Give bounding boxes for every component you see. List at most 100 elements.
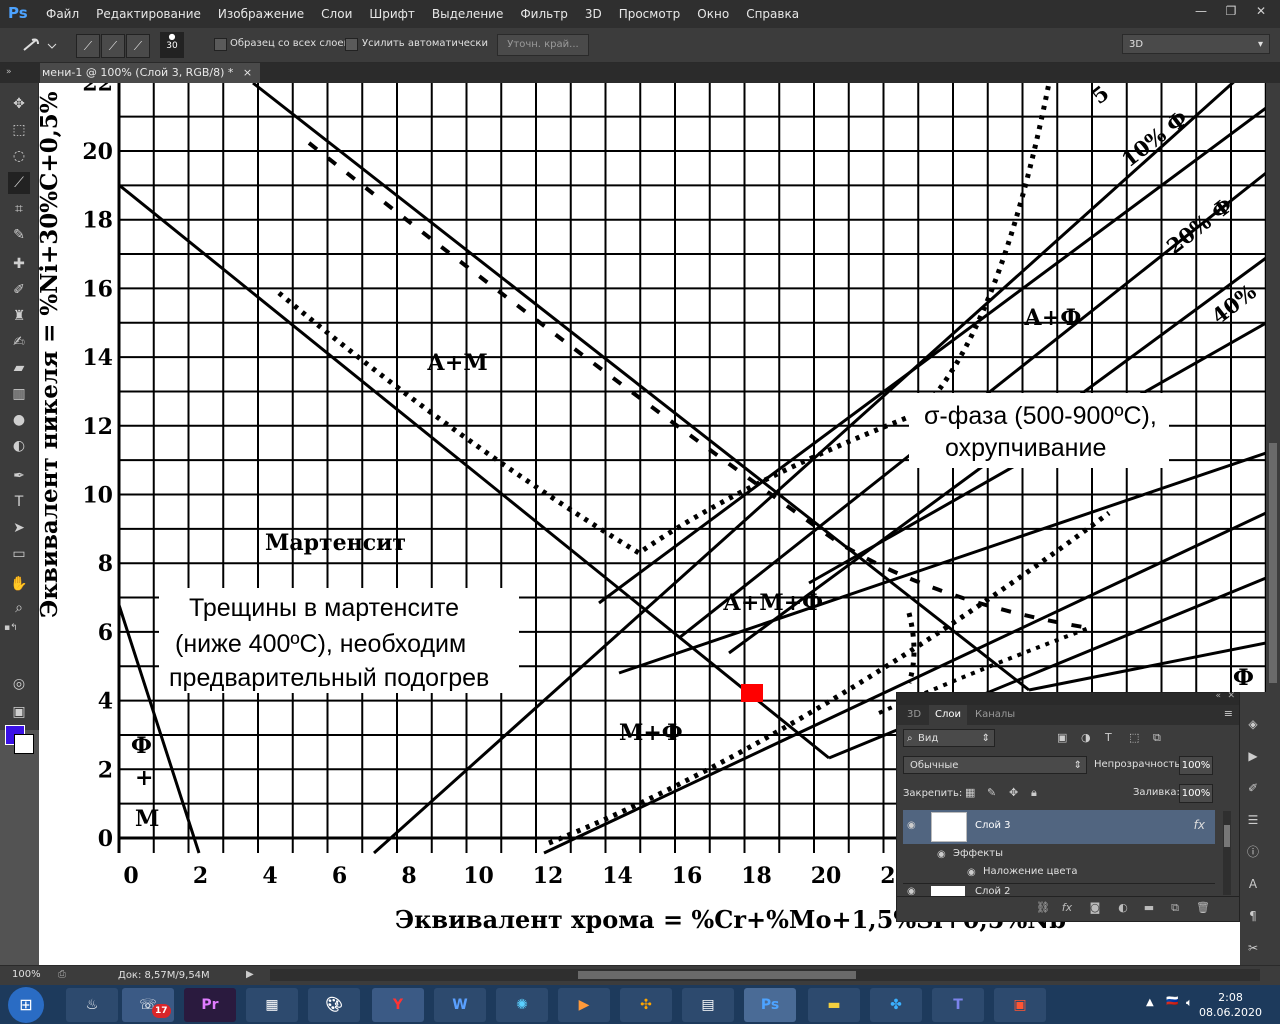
eraser-tool-icon[interactable]: ▰	[8, 357, 30, 379]
menu-file[interactable]: Файл	[46, 7, 79, 21]
document-tab[interactable]: мени-1 @ 100% (Слой 3, RGB/8) * ×	[40, 63, 261, 83]
filter-pixel-icon[interactable]: ▣	[1057, 731, 1067, 744]
dock-brush-icon[interactable]: ✐	[1243, 778, 1263, 798]
shape-tool-icon[interactable]: ▭	[8, 543, 30, 565]
panel-header[interactable]: « ✕	[897, 691, 1239, 705]
new-layer-icon[interactable]: ⧉	[1167, 901, 1183, 917]
move-tool-icon[interactable]: ✥	[8, 93, 30, 115]
photoshop-task-icon[interactable]: Ps	[744, 988, 796, 1022]
tray-expand-icon[interactable]: ▲	[1146, 997, 1154, 1008]
restore-icon[interactable]: ❐	[1216, 0, 1246, 22]
background-color-swatch[interactable]	[14, 734, 34, 754]
auto-enhance-checkbox[interactable]	[345, 38, 358, 51]
panel-menu-icon[interactable]: ≡	[1224, 707, 1233, 720]
gradient-tool-icon[interactable]: ▥	[8, 383, 30, 405]
filter-type-icon[interactable]: T	[1105, 731, 1112, 744]
menu-image[interactable]: Изображение	[218, 7, 304, 21]
effect-eye-icon[interactable]: ◉	[967, 867, 976, 878]
menu-layers[interactable]: Слои	[321, 7, 352, 21]
dock-3d-icon[interactable]: ◈	[1243, 714, 1263, 734]
zoom-level[interactable]: 100%	[12, 969, 41, 980]
premiere-icon[interactable]: Pr	[184, 988, 236, 1022]
brush-tool-icon[interactable]: ✐	[8, 279, 30, 301]
lasso-tool-icon[interactable]: ◌	[8, 145, 30, 167]
layers-scroll-thumb[interactable]	[1224, 825, 1230, 847]
effects-eye-icon[interactable]: ◉	[937, 849, 946, 860]
marquee-tool-icon[interactable]: ⬚	[8, 119, 30, 141]
adjustment-layer-icon[interactable]: ◐	[1115, 901, 1131, 917]
volume-icon[interactable]: 🔈︎	[1186, 996, 1193, 1010]
new-selection-icon[interactable]: ⟋	[76, 34, 100, 58]
filter-smart-object-icon[interactable]: ⧉	[1153, 731, 1161, 745]
type-tool-icon[interactable]: T	[8, 491, 30, 513]
blend-mode-select[interactable]: Обычные ⇕	[903, 756, 1087, 774]
presentation-app-icon[interactable]: ▣	[994, 988, 1046, 1022]
filter-adjustment-icon[interactable]: ◑	[1081, 731, 1091, 744]
minimize-icon[interactable]: —	[1186, 0, 1216, 22]
pen-tool-icon[interactable]: ✒	[8, 465, 30, 487]
dock-character-icon[interactable]: A	[1243, 874, 1263, 894]
calculator-icon[interactable]: ▦	[246, 988, 298, 1022]
brush-size-picker[interactable]: ● 30	[160, 32, 184, 58]
link-layers-icon[interactable]: ⛓	[1035, 901, 1051, 917]
layers-scrollbar[interactable]	[1223, 811, 1231, 895]
status-export-icon[interactable]: ⎙	[58, 969, 66, 980]
lock-transparency-icon[interactable]: ▦	[965, 786, 975, 799]
menu-3d[interactable]: 3D	[585, 7, 602, 21]
screen-mode-icon[interactable]: ▣	[8, 701, 30, 723]
add-mask-icon[interactable]: ◙	[1087, 901, 1103, 917]
layer-filter-select[interactable]: ⌕ Вид ⇕	[903, 729, 995, 747]
lock-pixels-icon[interactable]: ✎	[987, 786, 996, 799]
stamp-tool-icon[interactable]: ♜	[8, 305, 30, 327]
system-clock[interactable]: 2:08 08.06.2020	[1199, 990, 1262, 1020]
refine-edge-button[interactable]: Уточн. край...	[497, 34, 589, 56]
dock-info-icon[interactable]: ⓘ	[1243, 842, 1263, 862]
dodge-tool-icon[interactable]: ◐	[8, 435, 30, 457]
dock-properties-icon[interactable]: ☰	[1243, 810, 1263, 830]
delete-layer-icon[interactable]: 🗑︎	[1195, 901, 1211, 917]
path-selection-icon[interactable]: ➤	[8, 517, 30, 539]
tab-3d[interactable]: 3D	[901, 705, 927, 725]
lock-all-icon[interactable]: 🔒︎	[1031, 786, 1037, 800]
viber-icon[interactable]: ☏ 17	[122, 988, 174, 1022]
teams-icon[interactable]: T	[932, 988, 984, 1022]
horizontal-scroll-thumb[interactable]	[578, 971, 856, 979]
language-flag-icon[interactable]: 🇷🇺︎	[1166, 996, 1178, 1007]
crop-tool-icon[interactable]: ⌗	[8, 198, 30, 220]
pinwheel-app-icon[interactable]: ✣	[620, 988, 672, 1022]
hand-tool-icon[interactable]: ✋	[8, 573, 30, 595]
dock-paragraph-icon[interactable]: ¶	[1243, 906, 1263, 926]
subtract-from-selection-icon[interactable]: ⟋	[126, 34, 150, 58]
menu-select[interactable]: Выделение	[432, 7, 503, 21]
healing-tool-icon[interactable]: ✚	[8, 253, 30, 275]
history-brush-icon[interactable]: ✍	[8, 331, 30, 353]
file-explorer-icon[interactable]: ▬	[808, 988, 860, 1022]
steam-icon[interactable]: ♨	[66, 988, 118, 1022]
start-button-icon[interactable]: ⊞	[8, 987, 44, 1023]
layer-row[interactable]: ◉ Слой 2	[903, 883, 1215, 897]
quick-selection-tool-icon[interactable]: ⟋	[8, 172, 30, 194]
word-icon[interactable]: W	[434, 988, 486, 1022]
eyedropper-tool-icon[interactable]: ✎	[8, 224, 30, 246]
layer-row-selected[interactable]: ◉ Слой 3 fx	[903, 810, 1215, 844]
effect-color-overlay[interactable]: Наложение цвета	[983, 866, 1078, 877]
close-tab-icon[interactable]: ×	[243, 66, 252, 79]
tab-channels[interactable]: Каналы	[969, 705, 1021, 725]
collapse-icon[interactable]: »	[6, 67, 12, 77]
dock-tools-icon[interactable]: ✂	[1243, 938, 1263, 958]
lock-position-icon[interactable]: ✥	[1009, 786, 1018, 799]
blur-tool-icon[interactable]: ●	[8, 409, 30, 431]
panel-close-icon[interactable]: ✕	[1227, 691, 1235, 701]
tool-preset-picker[interactable]	[18, 34, 58, 56]
menu-view[interactable]: Просмотр	[619, 7, 681, 21]
visibility-eye-icon[interactable]: ◉	[907, 820, 916, 831]
new-group-icon[interactable]: ▬	[1141, 901, 1157, 917]
menu-edit[interactable]: Редактирование	[96, 7, 201, 21]
status-menu-arrow-icon[interactable]: ▶	[246, 969, 254, 980]
fill-input[interactable]: 100%	[1179, 784, 1213, 803]
paint-icon[interactable]: 🎨︎	[308, 988, 360, 1022]
menu-help[interactable]: Справка	[746, 7, 799, 21]
fx-icon[interactable]: fx	[1194, 818, 1205, 832]
atom-app-icon[interactable]: ✺	[496, 988, 548, 1022]
effects-label[interactable]: Эффекты	[953, 848, 1003, 859]
